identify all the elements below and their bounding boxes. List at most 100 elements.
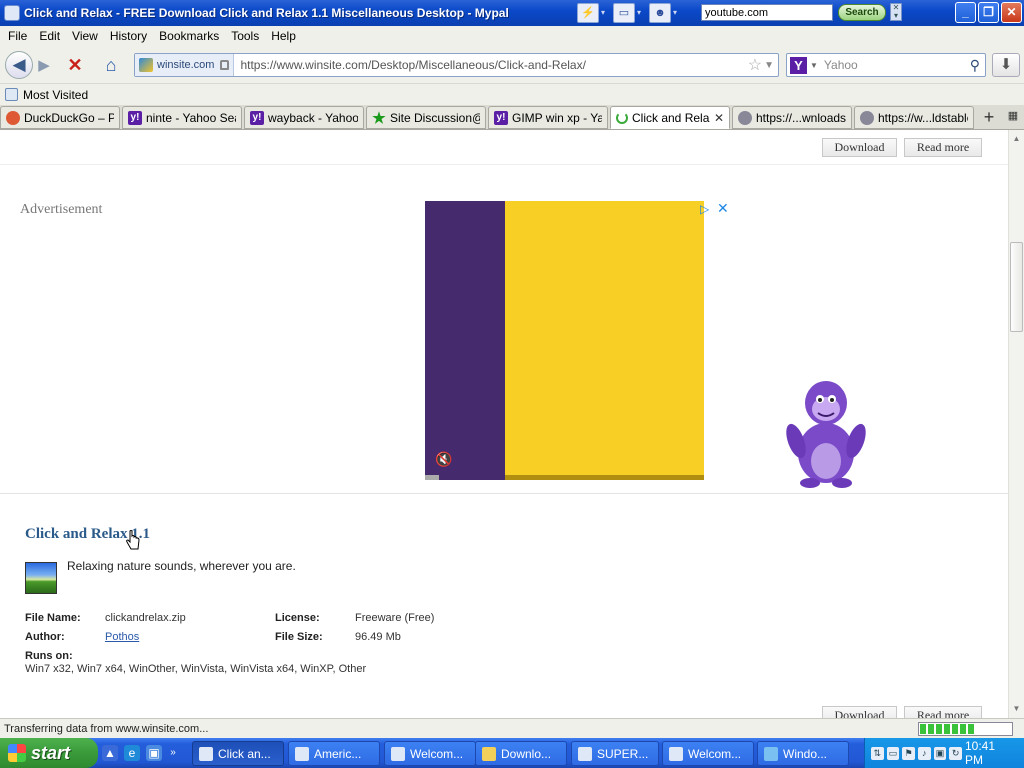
menu-history[interactable]: History [105,29,154,43]
taskbar-item-label: Downlo... [501,746,552,761]
advertisement-label: Advertisement [20,202,103,217]
update-tray-icon[interactable]: ↻ [949,746,962,760]
internet-explorer-icon [764,746,778,761]
program-title[interactable]: Click and Relax [25,526,128,542]
adchoices-icon[interactable]: ▷ [700,202,709,216]
author-link[interactable]: Pothos [105,631,139,643]
back-button[interactable]: ◀ [5,51,33,79]
read-more-button[interactable]: Read more [904,138,982,157]
volume-tray-icon[interactable]: ♪ [917,746,931,760]
maximize-button[interactable]: ❐ [978,2,999,23]
menu-edit[interactable]: Edit [34,29,67,43]
taskbar-item-downloads[interactable]: Downlo... [475,741,567,766]
navigation-bar: ◀ ▶ ✕ ⌂ winsite.com https://www.winsite.… [0,46,1024,84]
chevron-down-icon[interactable]: ▾ [637,3,647,23]
read-more-button-bottom[interactable]: Read more [904,706,982,718]
taskbar-item-label: Welcom... [688,746,742,761]
title-search-button[interactable]: Search [838,4,886,21]
tab-oldstable[interactable]: https://w...ldstable/ [854,106,974,129]
tab-list-icon[interactable]: ▦ [1006,109,1020,125]
taskbar-item-welcome-2[interactable]: Welcom... [662,741,754,766]
search-input[interactable]: Yahoo [824,58,970,72]
scrollbar-thumb[interactable] [1010,242,1023,332]
url-bar[interactable]: winsite.com https://www.winsite.com/Desk… [134,53,779,77]
yahoo-icon[interactable]: Y [790,56,807,74]
download-button[interactable]: Download [822,138,897,157]
chevron-down-icon[interactable]: ▼ [810,61,818,70]
search-magnifier-icon[interactable]: ⚲ [970,57,980,74]
forward-button[interactable]: ▶ [34,52,54,78]
downloads-button[interactable]: ⬇ [992,53,1020,77]
mute-icon[interactable]: 🔇 [435,451,452,468]
page-load-progress-bar [918,722,1013,736]
aim-icon[interactable]: ☻ [649,2,671,23]
ad-progress-played [425,475,439,480]
stop-button[interactable]: ✕ [62,52,88,78]
bonzibuddy-icon[interactable] [780,375,872,490]
scroll-down-icon[interactable]: ▼ [1009,700,1024,717]
vertical-scrollbar[interactable]: ▲ ▼ [1008,130,1024,718]
most-visited-link[interactable]: Most Visited [23,88,88,102]
internet-explorer-icon[interactable]: e [124,745,140,761]
tab-downloads[interactable]: https://...wnloads/ [732,106,852,129]
url-history-dropdown-icon[interactable]: ▼ [764,60,774,71]
display-tray-icon[interactable]: ▣ [933,746,947,760]
taskbar-item-label: Windo... [783,746,828,761]
program-thumbnail[interactable] [25,562,57,594]
tab-yahoo-ninte[interactable]: y! ninte - Yahoo Sea... [122,106,242,129]
taskbar-item-welcome[interactable]: Welcom... [384,741,476,766]
download-button-bottom[interactable]: Download [822,706,897,718]
menu-file[interactable]: File [3,29,34,43]
network-icon[interactable]: ⚡ [577,2,599,23]
site-identity-button[interactable]: winsite.com [135,54,235,76]
bookmark-star-icon[interactable]: ☆ [748,55,762,75]
tab-label: Click and Rela... [632,110,710,125]
tab-label: GIMP win xp - Ya... [512,110,602,125]
clock[interactable]: 10:41 PM [965,739,1015,767]
monitor-tray-icon[interactable]: ▭ [886,746,900,760]
search-box[interactable]: Y ▼ Yahoo ⚲ [786,53,986,77]
tab-yahoo-wayback[interactable]: y! wayback - Yahoo ... [244,106,364,129]
divider [0,164,1008,165]
tab-close-icon[interactable]: ✕ [714,111,724,125]
security-tray-icon[interactable]: ⚑ [902,746,915,760]
menu-tools[interactable]: Tools [226,29,266,43]
quicklaunch-expand-icon[interactable]: » [168,745,178,761]
display-icon[interactable]: ▭ [613,2,635,23]
tab-label: https://w...ldstable/ [878,110,968,125]
taskbar-item-super[interactable]: SUPER... [571,741,659,766]
start-button[interactable]: start [0,738,98,768]
tab-label: wayback - Yahoo ... [268,110,358,125]
new-tab-button[interactable]: + [979,108,999,128]
url-text[interactable]: https://www.winsite.com/Desktop/Miscella… [234,58,747,72]
menu-bookmarks[interactable]: Bookmarks [154,29,226,43]
yahoo-icon: y! [494,110,508,125]
network-tray-icon[interactable]: ⇅ [871,746,884,760]
taskbar-item-label: Welcom... [410,746,464,761]
close-button[interactable]: ✕ [1001,2,1022,23]
taskbar-item-american[interactable]: Americ... [288,741,380,766]
runs-on-value: Win7 x32, Win7 x64, WinOther, WinVista, … [25,663,367,675]
menu-view[interactable]: View [67,29,105,43]
aim-icon [295,746,309,761]
tab-click-and-relax[interactable]: Click and Rela... ✕ [610,106,730,129]
chevron-down-icon[interactable]: ▾ [601,3,611,23]
scroll-up-icon[interactable]: ▲ [1009,130,1024,147]
tab-label: https://...wnloads/ [756,110,846,125]
desktop-icon[interactable]: ▣ [146,745,162,761]
tab-duckduckgo[interactable]: DuckDuckGo – P... [0,106,120,129]
title-toolbar-close-icon[interactable]: ✕ ▾ [890,3,902,21]
tab-gimp[interactable]: y! GIMP win xp - Ya... [488,106,608,129]
home-button[interactable]: ⌂ [98,52,124,78]
minimize-button[interactable]: _ [955,2,976,23]
taskbar-item-click-and-relax[interactable]: Click an... [192,741,284,766]
chevron-down-icon[interactable]: ▾ [673,3,683,23]
taskbar-item-label: Click an... [218,746,271,761]
ad-close-icon[interactable]: ✕ [717,200,729,217]
aim-quicklaunch-icon[interactable]: ▲ [102,745,118,761]
taskbar-item-windows[interactable]: Windo... [757,741,849,766]
menu-help[interactable]: Help [266,29,303,43]
title-search-input[interactable] [701,4,833,21]
advertisement-banner[interactable]: 🔇 [425,201,704,480]
tab-site-discussion[interactable]: ★ Site Discussion@... [366,106,486,129]
